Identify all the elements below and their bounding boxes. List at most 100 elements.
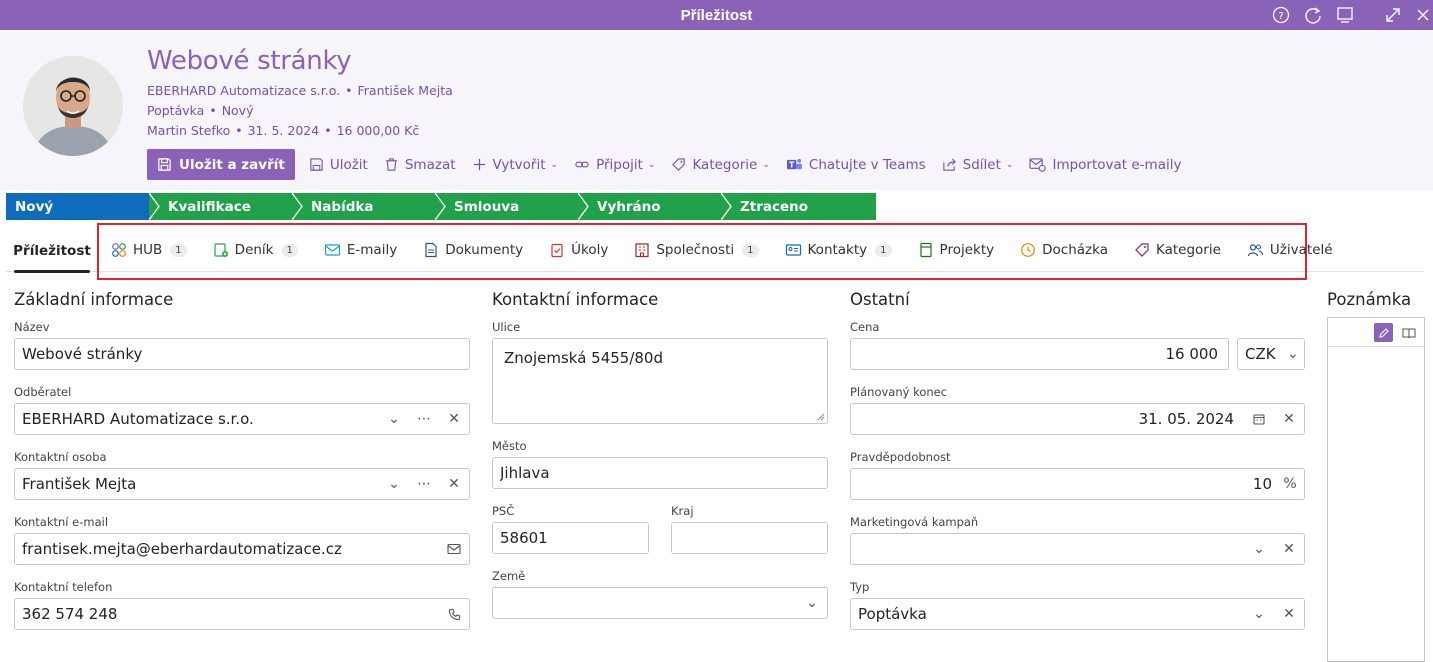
teams-chat-button[interactable]: T Chatujte v Teams <box>786 157 926 173</box>
tab-emaily[interactable]: E-maily <box>324 240 397 260</box>
share-button[interactable]: Sdílet ⌄ <box>942 157 1013 173</box>
probability-field[interactable]: 10 % <box>850 468 1305 500</box>
zip-field[interactable]: 58601 <box>492 522 649 554</box>
stage-bar: Nový Kvalifikace Nabídka Smlouva Vyhráno… <box>6 193 876 220</box>
save-icon <box>158 158 171 171</box>
name-field[interactable]: Webové stránky <box>14 338 470 370</box>
help-icon[interactable]: ? <box>1271 5 1291 25</box>
country-select[interactable]: ⌄ <box>492 587 828 619</box>
contact-email-label: Kontaktní e-mail <box>14 515 109 529</box>
clear-icon[interactable]: ✕ <box>1274 606 1304 622</box>
project-icon <box>919 242 932 258</box>
create-button[interactable]: Vytvořit ⌄ <box>472 157 559 173</box>
planned-end-field[interactable]: 31. 05. 2024 ✕ <box>850 403 1305 435</box>
region-label: Kraj <box>671 504 694 518</box>
save-close-button[interactable]: Uložit a zavřít <box>147 149 295 180</box>
record-owner[interactable]: Martin Stefko <box>147 123 230 138</box>
book-icon[interactable] <box>1399 323 1418 342</box>
category-button[interactable]: Kategorie ⌄ <box>671 157 770 173</box>
contact-card-icon <box>785 244 801 256</box>
chevron-down-icon[interactable]: ⌄ <box>797 595 827 611</box>
phone-icon[interactable] <box>439 608 469 621</box>
save-button[interactable]: Uložit <box>309 157 368 173</box>
calendar-icon[interactable] <box>1244 413 1274 425</box>
street-label: Ulice <box>492 320 521 334</box>
link-icon <box>575 161 589 168</box>
svg-text:?: ? <box>1278 11 1283 22</box>
clear-icon[interactable]: ✕ <box>439 476 469 492</box>
company-icon <box>635 243 649 258</box>
section-other: Ostatní <box>850 290 910 309</box>
chevron-down-icon: ⌄ <box>550 159 559 170</box>
teams-icon: T <box>786 158 802 169</box>
contact-link[interactable]: František Mejta <box>358 83 453 98</box>
hub-icon <box>112 243 126 257</box>
chevron-down-icon[interactable]: ⌄ <box>379 476 409 492</box>
contact-person-field[interactable]: František Mejta ⌄ ⋯ ✕ <box>14 468 470 500</box>
chevron-down-icon[interactable]: ⌄ <box>379 411 409 427</box>
stage-nabidka[interactable]: Nabídka <box>292 193 435 220</box>
tab-dochazka[interactable]: Docházka <box>1020 240 1108 260</box>
tab-prilezitost[interactable]: Příležitost <box>6 230 98 273</box>
stage-kvalifikace[interactable]: Kvalifikace <box>149 193 292 220</box>
clear-icon[interactable]: ✕ <box>1274 541 1304 557</box>
stage-novy[interactable]: Nový <box>6 193 149 220</box>
mail-icon[interactable] <box>439 543 469 555</box>
more-icon[interactable]: ⋯ <box>409 411 439 427</box>
tab-ukoly[interactable]: Úkoly <box>549 240 608 260</box>
campaign-label: Marketingová kampaň <box>850 515 979 529</box>
users-icon <box>1247 244 1263 257</box>
customer-link[interactable]: EBERHARD Automatizace s.r.o. <box>147 83 340 98</box>
stage-smlouva[interactable]: Smlouva <box>435 193 578 220</box>
more-icon[interactable]: ⋯ <box>409 476 439 492</box>
import-emails-button[interactable]: Importovat e-maily <box>1029 157 1181 173</box>
tab-projekty[interactable]: Projekty <box>918 240 994 260</box>
region-field[interactable] <box>671 522 828 554</box>
contact-phone-label: Kontaktní telefon <box>14 580 113 594</box>
campaign-field[interactable]: ⌄ ✕ <box>850 533 1305 565</box>
planned-end-label: Plánovaný konec <box>850 385 948 399</box>
stage-ztraceno[interactable]: Ztraceno <box>721 193 876 220</box>
record-title: Webové stránky <box>147 46 352 76</box>
window-title: Příležitost <box>680 7 753 24</box>
price-field[interactable]: 16 000 <box>850 338 1229 370</box>
record-meta-line-2: Poptávka • Nový <box>147 103 254 118</box>
street-field[interactable]: Znojemská 5455/80d <box>492 338 828 424</box>
monitor-icon[interactable] <box>1335 5 1355 25</box>
contact-phone-field[interactable]: 362 574 248 <box>14 598 470 630</box>
attach-button[interactable]: Připojit ⌄ <box>574 157 655 173</box>
note-editor[interactable] <box>1327 317 1425 662</box>
tab-kategorie[interactable]: Kategorie <box>1134 240 1221 260</box>
record-type: Poptávka <box>147 103 205 118</box>
type-field[interactable]: Poptávka ⌄ ✕ <box>850 598 1305 630</box>
delete-button[interactable]: Smazat <box>384 157 456 173</box>
stage-vyhrano[interactable]: Vyhráno <box>578 193 721 220</box>
tab-hub[interactable]: HUB 1 <box>111 240 187 260</box>
edit-icon[interactable] <box>1374 323 1393 342</box>
contact-email-field[interactable]: frantisek.mejta@eberhardautomatizace.cz <box>14 533 470 565</box>
tab-spolecnosti[interactable]: Společnosti 1 <box>634 240 759 260</box>
record-date: 31. 5. 2024 <box>247 123 320 138</box>
customer-field[interactable]: EBERHARD Automatizace s.r.o. ⌄ ⋯ ✕ <box>14 403 470 435</box>
price-label: Cena <box>850 320 880 334</box>
tab-kontakty[interactable]: Kontakty 1 <box>785 240 892 260</box>
city-field[interactable]: Jihlava <box>492 457 828 489</box>
close-icon[interactable] <box>1413 5 1433 25</box>
clear-icon[interactable]: ✕ <box>1274 411 1304 427</box>
note-heading: Poznámka <box>1327 290 1412 309</box>
tab-badge: 1 <box>170 243 187 257</box>
mail-icon <box>324 244 340 256</box>
chevron-down-icon[interactable]: ⌄ <box>1244 541 1274 557</box>
tab-denik[interactable]: Deník 1 <box>213 240 298 260</box>
title-bar: Příležitost ? <box>0 0 1433 30</box>
chevron-down-icon[interactable]: ⌄ <box>1244 606 1274 622</box>
related-tabs: HUB 1 Deník 1 E-maily Dokumenty Úkoly Spol… <box>111 240 1359 260</box>
currency-select[interactable]: CZK ⌄ <box>1237 338 1305 370</box>
tag-icon <box>672 158 686 171</box>
expand-icon[interactable] <box>1383 5 1403 25</box>
refresh-icon[interactable] <box>1303 5 1323 25</box>
city-label: Město <box>492 439 527 453</box>
clear-icon[interactable]: ✕ <box>439 411 469 427</box>
tab-dokumenty[interactable]: Dokumenty <box>423 240 523 260</box>
tab-uzivatele[interactable]: Uživatelé <box>1247 240 1333 260</box>
